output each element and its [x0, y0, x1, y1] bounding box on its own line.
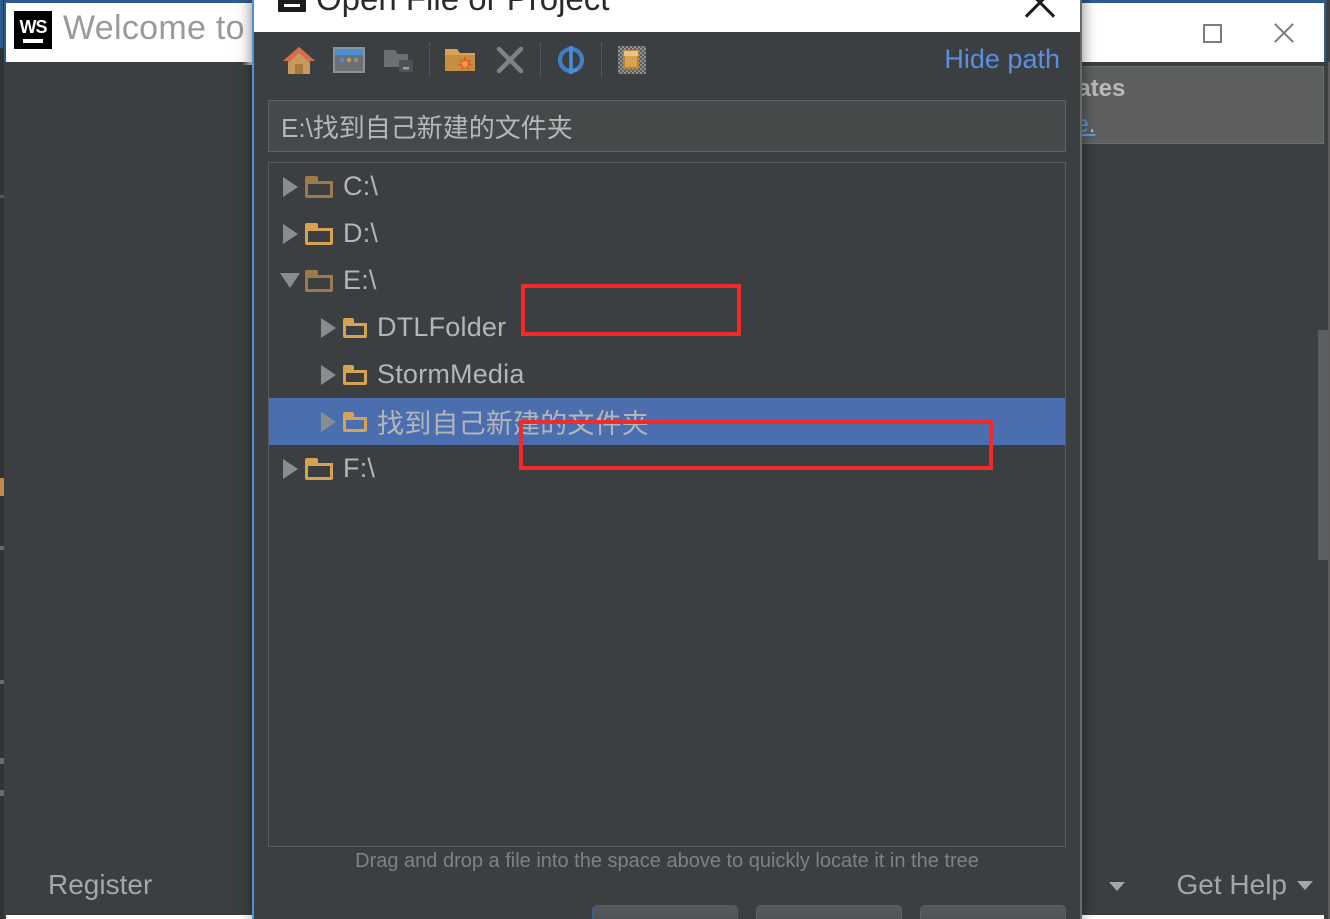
refresh-icon[interactable]: [546, 38, 596, 82]
ok-button[interactable]: OK: [592, 905, 738, 919]
chevron-right-icon[interactable]: [313, 317, 343, 338]
file-tree[interactable]: C:\ D:\ E:\ DTLFolder StormMedia 找到自己新建的…: [268, 162, 1066, 847]
tree-row[interactable]: StormMedia: [269, 351, 1065, 398]
maximize-button[interactable]: [1176, 3, 1248, 63]
tree-item-label: E:\: [343, 265, 377, 295]
hide-path-link[interactable]: Hide path: [944, 44, 1060, 75]
open-file-or-project-dialog: Open File or Project: [252, 0, 1082, 919]
background-window-sliver-highlight: [0, 0, 3, 48]
tree-row[interactable]: D:\: [269, 210, 1065, 257]
home-icon[interactable]: [274, 38, 324, 82]
background-window-sliver-detail: [0, 195, 4, 198]
tree-item-label: 找到自己新建的文件夹: [377, 409, 649, 440]
dialog-title: Open File or Project: [316, 0, 609, 18]
chevron-down-icon[interactable]: [275, 273, 305, 288]
screen-root: WS Welcome to W pdates date.: [0, 0, 1330, 919]
new-folder-icon[interactable]: [435, 38, 485, 82]
dialog-content: Hide path E:\找到自己新建的文件夹 C:\ D:\ E:\ DTLF…: [254, 32, 1080, 919]
tree-item-label: DTLFolder: [377, 312, 507, 342]
tree-row[interactable]: DTLFolder: [269, 304, 1065, 351]
help-button[interactable]: Help: [920, 905, 1066, 919]
toolbar-separator: [540, 43, 541, 77]
cancel-button[interactable]: Cancel: [756, 905, 902, 919]
tree-row-selected[interactable]: 找到自己新建的文件夹: [269, 398, 1065, 445]
folder-icon: [305, 269, 333, 292]
desktop-icon[interactable]: [324, 38, 374, 82]
chevron-down-icon[interactable]: [1109, 882, 1125, 891]
chevron-down-icon: [1297, 880, 1313, 890]
tree-item-label: D:\: [343, 218, 379, 248]
folder-icon: [305, 222, 333, 245]
get-help-button[interactable]: Get Help: [1176, 869, 1313, 901]
close-icon: [1271, 20, 1297, 46]
tree-item-label: F:\: [343, 453, 376, 483]
tree-row[interactable]: C:\: [269, 163, 1065, 210]
background-window-sliver: [0, 0, 4, 919]
tree-row-e-drive[interactable]: E:\: [269, 257, 1065, 304]
drag-drop-hint: Drag and drop a file into the space abov…: [355, 850, 979, 872]
dialog-titlebar: Open File or Project: [254, 0, 1080, 32]
close-window-button[interactable]: [1248, 3, 1320, 63]
webstorm-logo-text: WS: [19, 16, 48, 37]
webstorm-logo-underline: [23, 38, 43, 43]
get-help-label: Get Help: [1176, 869, 1288, 900]
chevron-right-icon[interactable]: [313, 411, 343, 432]
path-input[interactable]: E:\找到自己新建的文件夹: [268, 100, 1066, 152]
folder-icon: [343, 411, 367, 432]
folder-icon: [305, 457, 333, 480]
dialog-button-row: OK Cancel Help: [592, 905, 1066, 919]
background-window-sliver-detail: [0, 478, 4, 496]
toolbar-separator: [601, 43, 602, 77]
tree-item-label: StormMedia: [377, 359, 525, 389]
tree-item-label: C:\: [343, 171, 379, 201]
background-window-sliver-detail: [0, 546, 4, 550]
chevron-right-icon[interactable]: [313, 364, 343, 385]
welcome-scrollbar[interactable]: [1318, 330, 1328, 560]
show-hidden-files-icon[interactable]: [607, 38, 657, 82]
toolbar-separator: [429, 43, 430, 77]
project-folder-icon[interactable]: [374, 38, 424, 82]
dialog-close-button[interactable]: [1020, 0, 1060, 22]
register-link[interactable]: Register: [48, 869, 152, 901]
notification-period: .: [1088, 111, 1096, 138]
chevron-right-icon[interactable]: [275, 223, 305, 244]
window-icon: [278, 0, 306, 12]
chevron-right-icon[interactable]: [275, 458, 305, 479]
webstorm-logo: WS: [14, 11, 52, 49]
delete-icon[interactable]: [485, 38, 535, 82]
background-window-sliver-detail: [0, 758, 4, 764]
window-controls: [1176, 3, 1320, 63]
chevron-right-icon[interactable]: [275, 176, 305, 197]
update-notification[interactable]: pdates date.: [1042, 66, 1324, 144]
folder-icon: [343, 364, 367, 385]
maximize-icon: [1202, 23, 1222, 43]
tree-row[interactable]: F:\: [269, 445, 1065, 492]
background-window-sliver-detail: [0, 790, 4, 796]
file-chooser-toolbar: Hide path: [254, 32, 1080, 88]
background-window-sliver-detail: [0, 680, 4, 684]
folder-icon: [343, 317, 367, 338]
folder-icon: [305, 175, 333, 198]
